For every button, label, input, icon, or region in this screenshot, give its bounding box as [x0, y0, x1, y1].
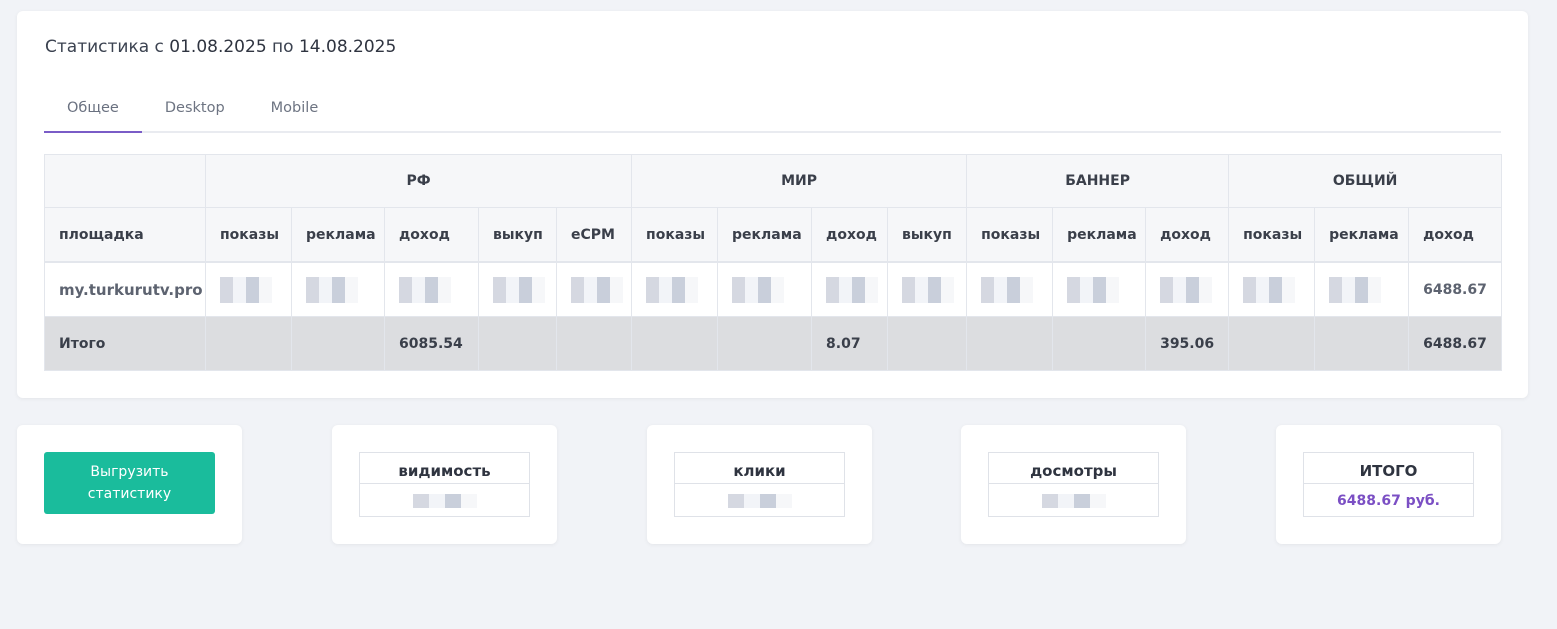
clicks-value [675, 484, 844, 517]
totals-label: Итого [44, 316, 206, 371]
col-rf-buyout[interactable]: выкуп [478, 207, 557, 263]
col-mir-income[interactable]: доход [811, 207, 889, 263]
group-total: ОБЩИЙ [1228, 154, 1503, 208]
views-box: досмотры [988, 452, 1159, 517]
tab-mobile[interactable]: Mobile [248, 95, 342, 131]
export-statistics-button[interactable]: Выгрузить статистику [44, 452, 215, 514]
group-rf: РФ [204, 154, 633, 208]
redacted-cell [966, 261, 1054, 317]
redacted-cell [1228, 261, 1316, 317]
col-site[interactable]: площадка [44, 207, 206, 263]
page-title: Статистика с 01.08.2025 по 14.08.2025 [45, 37, 397, 57]
totals-total-income: 6488.67 [1408, 316, 1503, 371]
group-banner: БАННЕР [966, 154, 1230, 208]
total-box: ИТОГО 6488.67 руб. [1303, 452, 1474, 517]
redacted-cell [887, 261, 968, 317]
totals-banner-income: 395.06 [1145, 316, 1230, 371]
group-mir: МИР [631, 154, 968, 208]
col-total-impressions[interactable]: показы [1228, 207, 1316, 263]
redacted-cell [291, 261, 385, 317]
redacted-cell [555, 261, 633, 317]
date-from: 01.08.2025 [169, 37, 267, 57]
column-header-row: площадка показы реклама доход выкуп eCPM… [44, 207, 1503, 263]
col-mir-buyout[interactable]: выкуп [887, 207, 968, 263]
visibility-box: видимость [359, 452, 530, 517]
total-value: 6488.67 руб. [1337, 492, 1440, 509]
clicks-card: клики [647, 425, 872, 544]
col-total-income[interactable]: доход [1408, 207, 1503, 263]
redacted-cell [384, 261, 479, 317]
totals-row: Итого 6085.54 8.07 395.06 6488.67 [44, 316, 1503, 371]
visibility-label: видимость [360, 453, 529, 484]
views-value [989, 484, 1158, 517]
site-name[interactable]: my.turkurutv.pro [44, 261, 206, 317]
date-to: 14.08.2025 [298, 37, 397, 57]
col-banner-ads[interactable]: реклама [1052, 207, 1147, 263]
total-card: ИТОГО 6488.67 руб. [1276, 425, 1501, 544]
col-mir-impressions[interactable]: показы [631, 207, 719, 263]
clicks-box: клики [674, 452, 845, 517]
views-card: досмотры [961, 425, 1186, 544]
visibility-value [360, 484, 529, 517]
totals-mir-income: 8.07 [811, 316, 889, 371]
redacted-cell [631, 261, 719, 317]
export-card: Выгрузить статистику [17, 425, 242, 544]
col-mir-ads[interactable]: реклама [717, 207, 813, 263]
redacted-cell [811, 261, 889, 317]
clicks-label: клики [675, 453, 844, 484]
redacted-cell [1314, 261, 1410, 317]
statistics-card: Статистика с 01.08.2025 по 14.08.2025 Об… [17, 11, 1528, 398]
redacted-cell [1145, 261, 1230, 317]
row-total-income: 6488.67 [1408, 261, 1503, 317]
redacted-cell [478, 261, 557, 317]
col-rf-impressions[interactable]: показы [205, 207, 292, 263]
statistics-table: РФ МИР БАННЕР ОБЩИЙ площадка показы рекл… [44, 154, 1503, 371]
redacted-cell [717, 261, 813, 317]
visibility-card: видимость [332, 425, 557, 544]
col-banner-impressions[interactable]: показы [966, 207, 1054, 263]
tab-bar: Общее Desktop Mobile [44, 95, 1501, 133]
col-total-ads[interactable]: реклама [1314, 207, 1410, 263]
table-row: my.turkurutv.pro 6488.67 [44, 261, 1503, 317]
col-rf-income[interactable]: доход [384, 207, 479, 263]
tab-general[interactable]: Общее [44, 95, 142, 133]
col-rf-ecpm[interactable]: eCPM [555, 207, 633, 263]
total-label: ИТОГО [1304, 453, 1473, 484]
views-label: досмотры [989, 453, 1158, 484]
empty-header-cell [44, 154, 206, 208]
totals-rf-income: 6085.54 [384, 316, 479, 371]
col-banner-income[interactable]: доход [1145, 207, 1230, 263]
redacted-cell [1052, 261, 1147, 317]
col-rf-ads[interactable]: реклама [291, 207, 385, 263]
tab-desktop[interactable]: Desktop [142, 95, 248, 131]
group-header-row: РФ МИР БАННЕР ОБЩИЙ [44, 154, 1503, 208]
redacted-cell [205, 261, 292, 317]
